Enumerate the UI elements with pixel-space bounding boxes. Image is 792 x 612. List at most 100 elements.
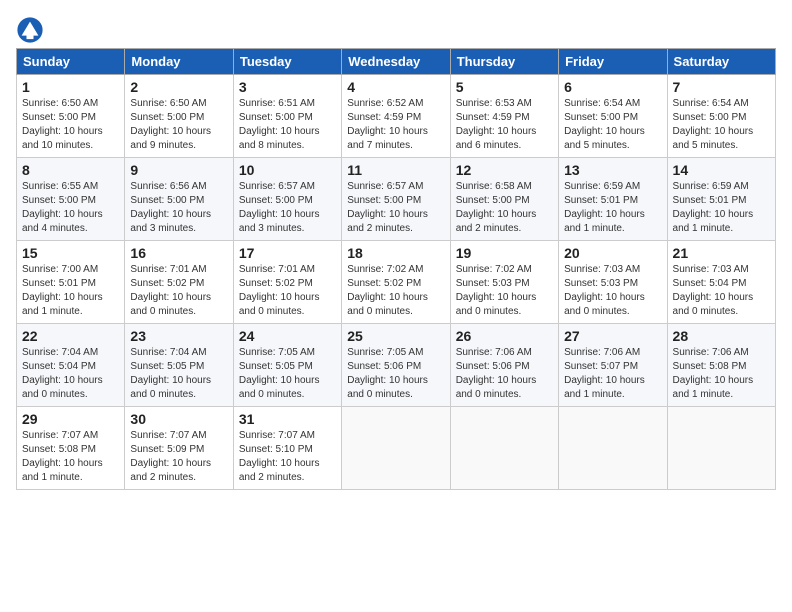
day-number: 29 xyxy=(22,411,119,427)
day-number: 6 xyxy=(564,79,661,95)
day-number: 12 xyxy=(456,162,553,178)
day-number: 3 xyxy=(239,79,336,95)
calendar-cell: 10 Sunrise: 6:57 AM Sunset: 5:00 PM Dayli… xyxy=(233,158,341,241)
calendar-cell: 23Sunrise: 7:04 AM Sunset: 5:05 PM Dayli… xyxy=(125,324,233,407)
calendar-week-3: 15 Sunrise: 7:00 AM Sunset: 5:01 PM Dayli… xyxy=(17,241,776,324)
day-info: Sunrise: 7:04 AM Sunset: 5:05 PM Dayligh… xyxy=(130,346,227,402)
day-number: 15 xyxy=(22,245,119,261)
day-number: 31 xyxy=(239,411,336,427)
calendar-cell: 26Sunrise: 7:06 AM Sunset: 5:06 PM Dayli… xyxy=(450,324,558,407)
calendar-cell xyxy=(559,407,667,490)
day-number: 22 xyxy=(22,328,119,344)
calendar-week-4: 22Sunrise: 7:04 AM Sunset: 5:04 PM Dayli… xyxy=(17,324,776,407)
calendar-body: 1 Sunrise: 6:50 AM Sunset: 5:00 PM Daylig… xyxy=(17,75,776,490)
calendar-cell: 31 Sunrise: 7:07 AM Sunset: 5:10 PM Dayli… xyxy=(233,407,341,490)
weekday-header-sunday: Sunday xyxy=(17,49,125,75)
calendar-cell: 12 Sunrise: 6:58 AM Sunset: 5:00 PM Dayli… xyxy=(450,158,558,241)
weekday-header-row: SundayMondayTuesdayWednesdayThursdayFrid… xyxy=(17,49,776,75)
day-info: Sunrise: 7:06 AM Sunset: 5:07 PM Dayligh… xyxy=(564,346,661,402)
calendar-cell: 1 Sunrise: 6:50 AM Sunset: 5:00 PM Daylig… xyxy=(17,75,125,158)
calendar-cell: 21 Sunrise: 7:03 AM Sunset: 5:04 PM Dayli… xyxy=(667,241,775,324)
day-number: 14 xyxy=(673,162,770,178)
day-info: Sunrise: 6:54 AM Sunset: 5:00 PM Dayligh… xyxy=(673,97,770,153)
day-info: Sunrise: 7:02 AM Sunset: 5:03 PM Dayligh… xyxy=(456,263,553,319)
day-number: 4 xyxy=(347,79,444,95)
day-info: Sunrise: 6:52 AM Sunset: 4:59 PM Dayligh… xyxy=(347,97,444,153)
day-number: 5 xyxy=(456,79,553,95)
day-info: Sunrise: 7:05 AM Sunset: 5:05 PM Dayligh… xyxy=(239,346,336,402)
day-info: Sunrise: 6:54 AM Sunset: 5:00 PM Dayligh… xyxy=(564,97,661,153)
day-info: Sunrise: 6:51 AM Sunset: 5:00 PM Dayligh… xyxy=(239,97,336,153)
calendar-cell: 13Sunrise: 6:59 AM Sunset: 5:01 PM Dayli… xyxy=(559,158,667,241)
day-info: Sunrise: 7:03 AM Sunset: 5:04 PM Dayligh… xyxy=(673,263,770,319)
day-info: Sunrise: 6:57 AM Sunset: 5:00 PM Dayligh… xyxy=(347,180,444,236)
calendar-cell: 20 Sunrise: 7:03 AM Sunset: 5:03 PM Dayli… xyxy=(559,241,667,324)
day-info: Sunrise: 7:03 AM Sunset: 5:03 PM Dayligh… xyxy=(564,263,661,319)
calendar-cell: 22Sunrise: 7:04 AM Sunset: 5:04 PM Dayli… xyxy=(17,324,125,407)
day-number: 16 xyxy=(130,245,227,261)
day-info: Sunrise: 7:07 AM Sunset: 5:09 PM Dayligh… xyxy=(130,429,227,485)
calendar-cell: 7 Sunrise: 6:54 AM Sunset: 5:00 PM Daylig… xyxy=(667,75,775,158)
calendar-cell: 30 Sunrise: 7:07 AM Sunset: 5:09 PM Dayli… xyxy=(125,407,233,490)
calendar-week-1: 1 Sunrise: 6:50 AM Sunset: 5:00 PM Daylig… xyxy=(17,75,776,158)
calendar-cell: 19 Sunrise: 7:02 AM Sunset: 5:03 PM Dayli… xyxy=(450,241,558,324)
calendar-cell: 5Sunrise: 6:53 AM Sunset: 4:59 PM Daylig… xyxy=(450,75,558,158)
calendar-cell: 2 Sunrise: 6:50 AM Sunset: 5:00 PM Daylig… xyxy=(125,75,233,158)
day-number: 25 xyxy=(347,328,444,344)
day-number: 24 xyxy=(239,328,336,344)
weekday-header-friday: Friday xyxy=(559,49,667,75)
day-info: Sunrise: 7:07 AM Sunset: 5:10 PM Dayligh… xyxy=(239,429,336,485)
day-number: 20 xyxy=(564,245,661,261)
day-info: Sunrise: 6:57 AM Sunset: 5:00 PM Dayligh… xyxy=(239,180,336,236)
logo-icon xyxy=(16,16,44,44)
day-info: Sunrise: 6:59 AM Sunset: 5:01 PM Dayligh… xyxy=(673,180,770,236)
day-number: 9 xyxy=(130,162,227,178)
day-number: 1 xyxy=(22,79,119,95)
calendar-cell: 14 Sunrise: 6:59 AM Sunset: 5:01 PM Dayli… xyxy=(667,158,775,241)
day-info: Sunrise: 7:05 AM Sunset: 5:06 PM Dayligh… xyxy=(347,346,444,402)
day-info: Sunrise: 7:01 AM Sunset: 5:02 PM Dayligh… xyxy=(239,263,336,319)
calendar-cell: 29Sunrise: 7:07 AM Sunset: 5:08 PM Dayli… xyxy=(17,407,125,490)
day-number: 11 xyxy=(347,162,444,178)
day-number: 21 xyxy=(673,245,770,261)
day-info: Sunrise: 7:02 AM Sunset: 5:02 PM Dayligh… xyxy=(347,263,444,319)
day-number: 28 xyxy=(673,328,770,344)
calendar-cell xyxy=(450,407,558,490)
day-number: 8 xyxy=(22,162,119,178)
day-info: Sunrise: 7:01 AM Sunset: 5:02 PM Dayligh… xyxy=(130,263,227,319)
day-number: 13 xyxy=(564,162,661,178)
page-header xyxy=(16,16,776,44)
day-number: 27 xyxy=(564,328,661,344)
calendar-cell: 24 Sunrise: 7:05 AM Sunset: 5:05 PM Dayli… xyxy=(233,324,341,407)
day-number: 30 xyxy=(130,411,227,427)
day-info: Sunrise: 7:00 AM Sunset: 5:01 PM Dayligh… xyxy=(22,263,119,319)
calendar-cell: 15 Sunrise: 7:00 AM Sunset: 5:01 PM Dayli… xyxy=(17,241,125,324)
calendar-cell: 4 Sunrise: 6:52 AM Sunset: 4:59 PM Daylig… xyxy=(342,75,450,158)
logo xyxy=(16,16,48,44)
calendar-cell: 8Sunrise: 6:55 AM Sunset: 5:00 PM Daylig… xyxy=(17,158,125,241)
calendar-cell: 28Sunrise: 7:06 AM Sunset: 5:08 PM Dayli… xyxy=(667,324,775,407)
calendar-table: SundayMondayTuesdayWednesdayThursdayFrid… xyxy=(16,48,776,490)
calendar-cell: 27 Sunrise: 7:06 AM Sunset: 5:07 PM Dayli… xyxy=(559,324,667,407)
calendar-cell xyxy=(342,407,450,490)
calendar-cell: 6 Sunrise: 6:54 AM Sunset: 5:00 PM Daylig… xyxy=(559,75,667,158)
weekday-header-saturday: Saturday xyxy=(667,49,775,75)
day-number: 2 xyxy=(130,79,227,95)
day-info: Sunrise: 6:50 AM Sunset: 5:00 PM Dayligh… xyxy=(130,97,227,153)
calendar-cell xyxy=(667,407,775,490)
calendar-cell: 17Sunrise: 7:01 AM Sunset: 5:02 PM Dayli… xyxy=(233,241,341,324)
calendar-cell: 11 Sunrise: 6:57 AM Sunset: 5:00 PM Dayli… xyxy=(342,158,450,241)
day-info: Sunrise: 6:58 AM Sunset: 5:00 PM Dayligh… xyxy=(456,180,553,236)
calendar-cell: 18Sunrise: 7:02 AM Sunset: 5:02 PM Dayli… xyxy=(342,241,450,324)
day-number: 7 xyxy=(673,79,770,95)
day-info: Sunrise: 6:56 AM Sunset: 5:00 PM Dayligh… xyxy=(130,180,227,236)
day-info: Sunrise: 6:50 AM Sunset: 5:00 PM Dayligh… xyxy=(22,97,119,153)
day-number: 10 xyxy=(239,162,336,178)
day-number: 19 xyxy=(456,245,553,261)
calendar-cell: 16 Sunrise: 7:01 AM Sunset: 5:02 PM Dayli… xyxy=(125,241,233,324)
day-number: 26 xyxy=(456,328,553,344)
weekday-header-thursday: Thursday xyxy=(450,49,558,75)
weekday-header-monday: Monday xyxy=(125,49,233,75)
calendar-week-2: 8Sunrise: 6:55 AM Sunset: 5:00 PM Daylig… xyxy=(17,158,776,241)
calendar-week-5: 29Sunrise: 7:07 AM Sunset: 5:08 PM Dayli… xyxy=(17,407,776,490)
